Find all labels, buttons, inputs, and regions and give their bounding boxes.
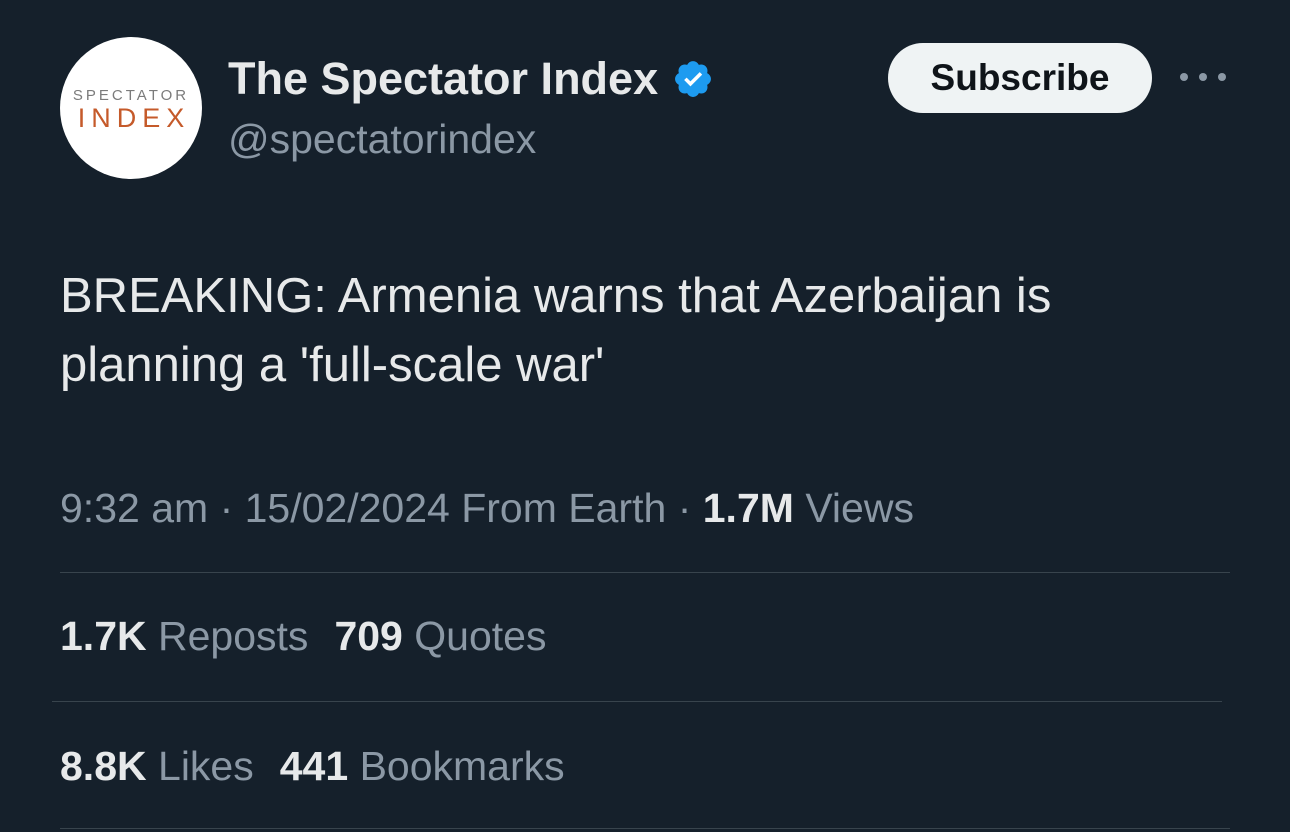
quotes-stat[interactable]: 709 Quotes [334,608,546,664]
tweet-time[interactable]: 9:32 am [60,485,208,531]
more-dot [1199,73,1207,81]
author-name[interactable]: The Spectator Index [228,52,714,106]
stats-row-reposts: 1.7K Reposts 709 Quotes [60,608,572,664]
likes-label: Likes [158,743,254,789]
avatar-logo-line1: SPECTATOR [72,87,190,104]
verified-badge-icon [672,58,714,100]
avatar[interactable]: SPECTATOR INDEX [60,37,202,179]
quotes-label: Quotes [414,613,547,659]
tweet-text: BREAKING: Armenia warns that Azerbaijan … [60,269,1052,392]
reposts-count: 1.7K [60,613,147,659]
tweet-date[interactable]: 15/02/2024 [245,485,450,531]
stats-row-likes: 8.8K Likes 441 Bookmarks [60,738,591,794]
avatar-logo-line2: INDEX [77,103,191,133]
tweet-meta: 9:32 am · 15/02/2024 From Earth · 1.7M V… [60,480,914,536]
tweet-source: From Earth [461,485,667,531]
reposts-label: Reposts [158,613,309,659]
views-count: 1.7M [702,485,794,531]
subscribe-button[interactable]: Subscribe [888,43,1152,113]
reposts-stat[interactable]: 1.7K Reposts [60,608,308,664]
quotes-count: 709 [334,613,403,659]
more-options-icon[interactable] [1178,62,1228,92]
views-label: Views [805,485,914,531]
bookmarks-stat[interactable]: 441 Bookmarks [280,738,565,794]
divider [60,572,1230,573]
divider [52,701,1222,702]
divider [60,828,1230,829]
bookmarks-label: Bookmarks [359,743,565,789]
likes-stat[interactable]: 8.8K Likes [60,738,254,794]
more-dot [1180,73,1188,81]
more-dot [1218,73,1226,81]
author-handle[interactable]: @spectatorindex [228,114,536,164]
bookmarks-count: 441 [279,743,349,789]
author-name-text: The Spectator Index [228,53,659,104]
likes-count: 8.8K [60,743,147,789]
meta-separator: · [677,485,692,531]
meta-separator: · [219,485,234,531]
